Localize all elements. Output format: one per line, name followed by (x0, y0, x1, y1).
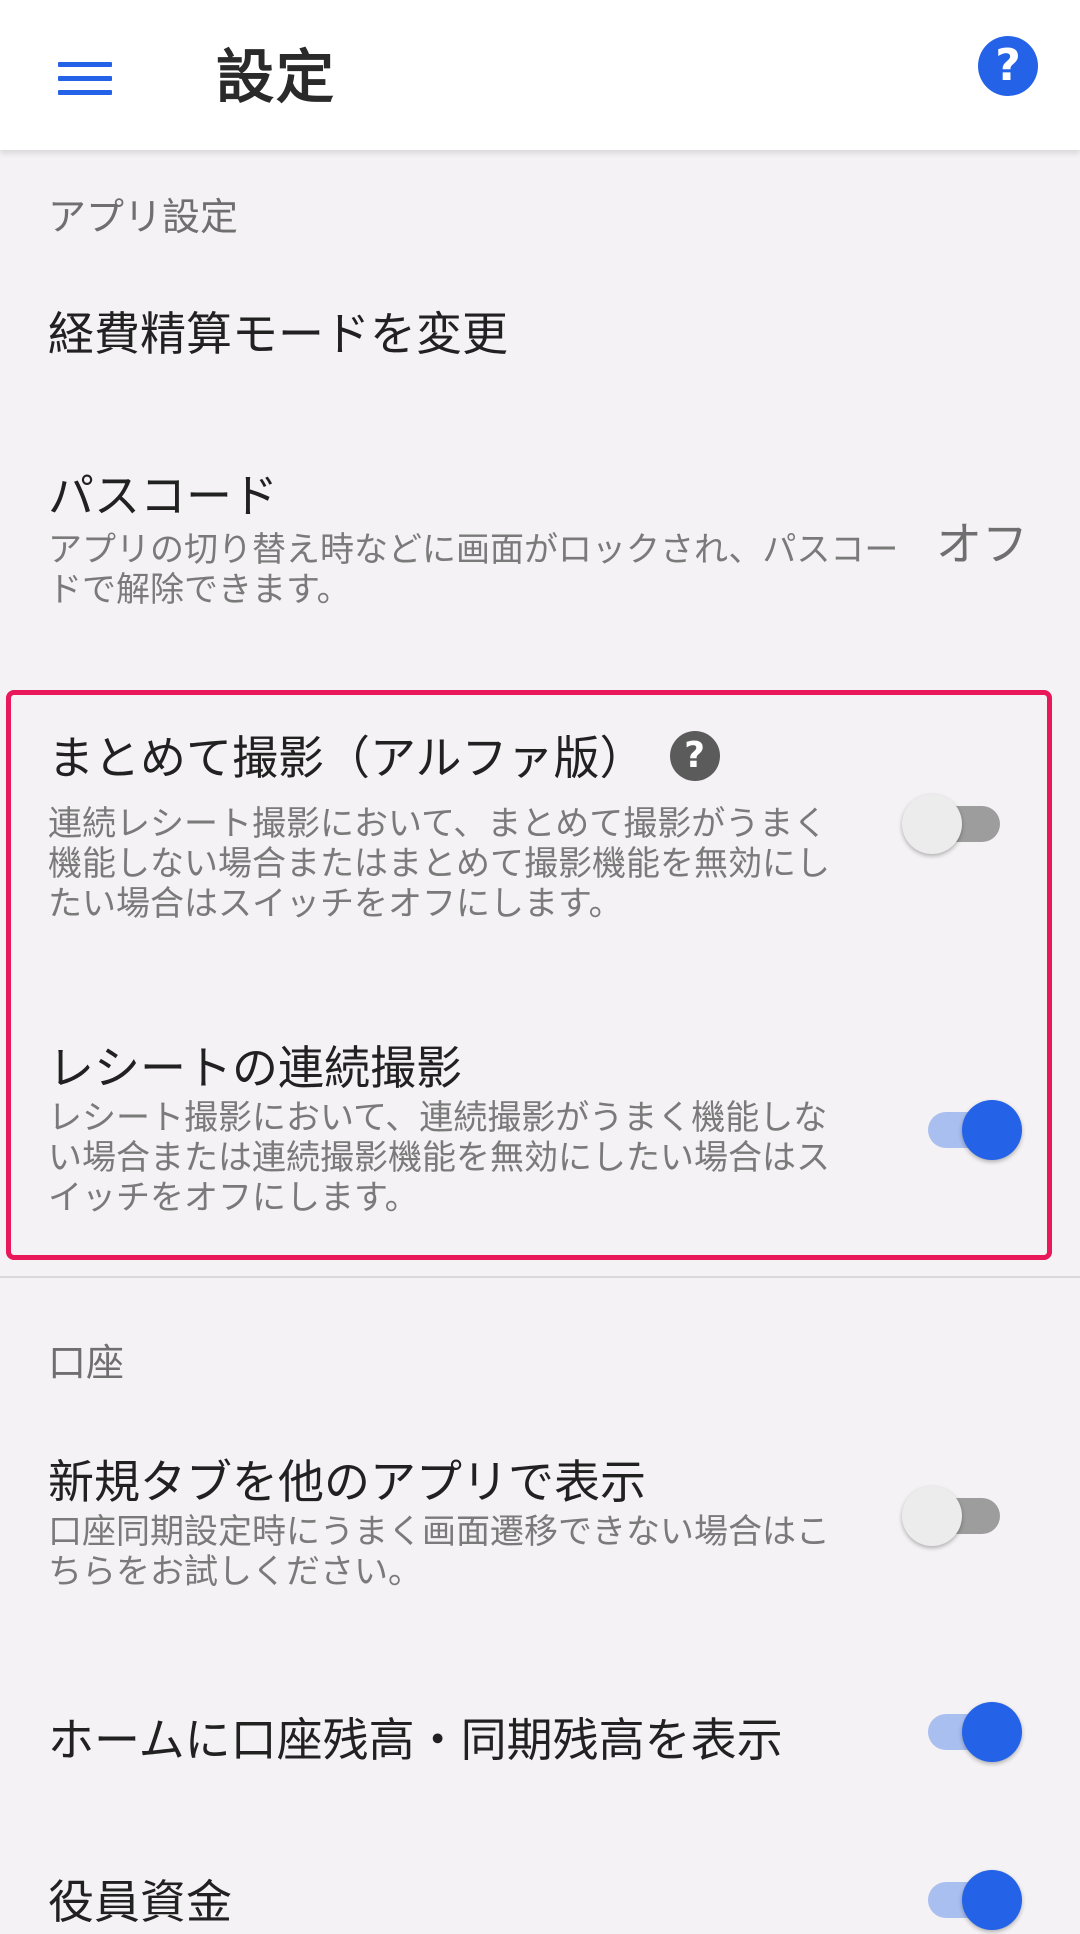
setting-batch-capture-title: まとめて撮影（アルファ版）? (48, 722, 720, 788)
batch-capture-toggle[interactable] (902, 788, 1002, 858)
setting-continuous-capture-title: レシートの連続撮影 (48, 1041, 462, 1095)
help-circle-icon[interactable]: ? (978, 36, 1038, 96)
toggle-thumb (962, 1100, 1022, 1160)
toggle-thumb (902, 794, 962, 854)
toggle-thumb (962, 1702, 1022, 1762)
setting-batch-capture-label: まとめて撮影（アルファ版） (48, 731, 646, 785)
setting-open-new-tab-title: 新規タブを他のアプリで表示 (48, 1455, 646, 1509)
question-mark-icon[interactable]: ? (669, 730, 720, 781)
section-divider (0, 1276, 1080, 1278)
show-balance-toggle[interactable] (918, 1696, 1022, 1766)
app-bar: 設定 ? (0, 0, 1080, 150)
setting-continuous-capture-description: レシート撮影において、連続撮影がうまく機能しない場合または連続撮影機能を無効にし… (48, 1098, 830, 1218)
setting-show-balance-title: ホームに口座残高・同期残高を表示 (48, 1713, 783, 1767)
section-header-account: 口座 (48, 1341, 125, 1385)
menu-line (58, 62, 112, 67)
setting-batch-capture-description: 連続レシート撮影において、まとめて撮影がうまく機能しない場合またはまとめて撮影機… (48, 804, 830, 924)
continuous-capture-toggle[interactable] (918, 1094, 1022, 1164)
open-new-tab-toggle[interactable] (902, 1480, 1002, 1550)
setting-expense-mode[interactable]: 経費精算モードを変更 (48, 298, 508, 364)
page-title: 設定 (216, 43, 337, 111)
setting-open-new-tab-description: 口座同期設定時にうまく画面遷移できない場合はこちらをお試しください。 (48, 1512, 830, 1592)
officer-funds-toggle[interactable] (918, 1864, 1022, 1934)
hamburger-menu-icon[interactable] (44, 40, 126, 112)
setting-officer-funds-title: 役員資金 (48, 1875, 232, 1929)
menu-line (58, 76, 112, 81)
setting-passcode-description: アプリの切り替え時などに画面がロックされ、パスコードで解除できます。 (48, 530, 899, 610)
setting-passcode-title: パスコード (48, 469, 278, 523)
section-header-app-settings: アプリ設定 (48, 195, 239, 239)
menu-line (58, 90, 112, 95)
toggle-thumb (902, 1486, 962, 1546)
toggle-thumb (962, 1870, 1022, 1930)
setting-passcode-value: オフ (936, 517, 1028, 571)
